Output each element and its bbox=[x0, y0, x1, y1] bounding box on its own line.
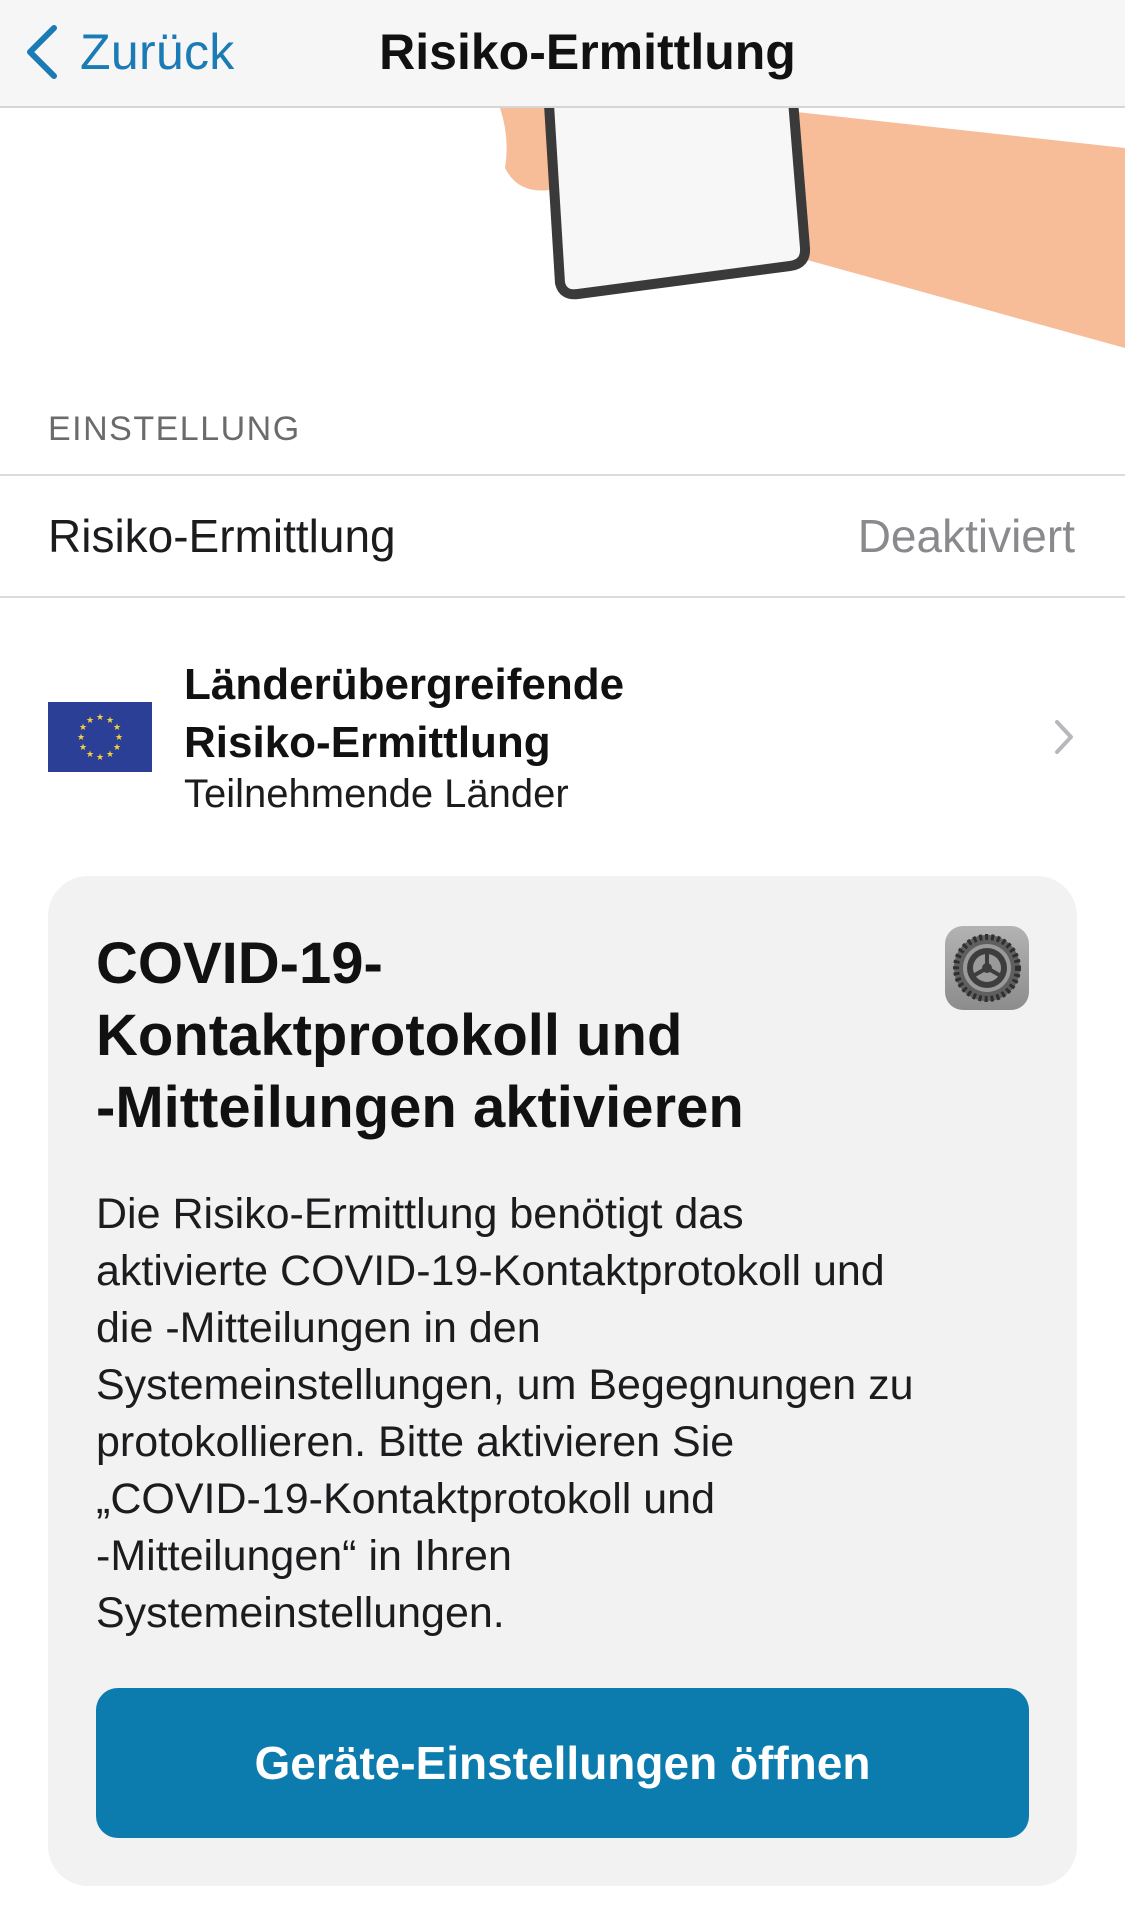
svg-text:★: ★ bbox=[96, 753, 104, 763]
cross-border-title-line2: Risiko-Ermittlung bbox=[184, 718, 551, 767]
svg-text:★: ★ bbox=[77, 733, 85, 743]
svg-text:★: ★ bbox=[113, 743, 121, 753]
eu-flag-icon: ★ ★ ★ ★ ★ ★ ★ ★ ★ ★ ★ ★ bbox=[48, 702, 152, 772]
card-title: COVID-19- Kontaktprotokoll und -Mitteilu… bbox=[96, 928, 916, 1144]
svg-text:★: ★ bbox=[86, 716, 94, 726]
card-title-line3: -Mitteilungen aktivieren bbox=[96, 1075, 744, 1140]
navigation-bar: Zurück Risiko-Ermittlung bbox=[0, 0, 1125, 108]
cross-border-title-line1: Länderübergreifende bbox=[184, 660, 625, 709]
participating-countries-label: Teilnehmende Länder bbox=[184, 772, 569, 816]
card-description-line: Systemeinstellungen. bbox=[96, 1589, 505, 1637]
activation-card: COVID-19- Kontaktprotokoll und -Mitteilu… bbox=[48, 876, 1077, 1886]
svg-text:★: ★ bbox=[115, 733, 123, 743]
card-title-line1: COVID-19- bbox=[96, 931, 383, 996]
gear-icon bbox=[945, 926, 1029, 1010]
svg-text:★: ★ bbox=[113, 723, 121, 733]
card-description-line: die -Mitteilungen in den bbox=[96, 1304, 541, 1352]
card-title-line2: Kontaktprotokoll und bbox=[96, 1003, 683, 1068]
svg-text:★: ★ bbox=[96, 713, 104, 723]
card-description-line: Systemeinstellungen, um Begegnungen zu bbox=[96, 1361, 914, 1409]
svg-text:★: ★ bbox=[86, 750, 94, 760]
risk-assessment-setting-row[interactable]: Risiko-Ermittlung Deaktiviert bbox=[0, 474, 1125, 598]
svg-text:★: ★ bbox=[106, 750, 114, 760]
open-device-settings-button[interactable]: Geräte-Einstellungen öffnen bbox=[96, 1688, 1029, 1838]
setting-label: Risiko-Ermittlung bbox=[48, 510, 396, 562]
card-description-line: Die Risiko-Ermittlung benötigt das bbox=[96, 1190, 744, 1238]
card-description-line: „COVID-19-Kontaktprotokoll und bbox=[96, 1475, 716, 1523]
cross-border-title: Länderübergreifende Risiko-Ermittlung bbox=[184, 656, 884, 772]
svg-text:★: ★ bbox=[79, 743, 87, 753]
card-description-line: aktivierte COVID-19-Kontaktprotokoll und bbox=[96, 1247, 885, 1295]
page-title: Risiko-Ermittlung bbox=[379, 24, 796, 80]
section-header: EINSTELLUNG bbox=[48, 410, 301, 448]
card-description-line: -Mitteilungen“ in Ihren bbox=[96, 1532, 512, 1580]
setting-status-value: Deaktiviert bbox=[857, 510, 1075, 562]
hero-illustration bbox=[0, 108, 1125, 368]
card-description-line: protokollieren. Bitte aktivieren Sie bbox=[96, 1418, 735, 1466]
chevron-right-icon bbox=[1053, 718, 1075, 761]
card-description: Die Risiko-Ermittlung benötigt das aktiv… bbox=[96, 1186, 1046, 1642]
cross-border-risk-row[interactable]: ★ ★ ★ ★ ★ ★ ★ ★ ★ ★ ★ ★ Länderübergreife… bbox=[0, 640, 1125, 840]
